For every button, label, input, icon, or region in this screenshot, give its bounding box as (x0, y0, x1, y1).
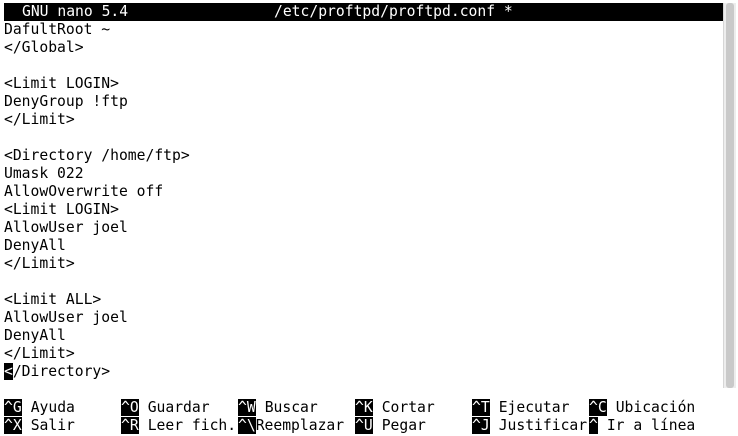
shortcut-label: Ubicación (615, 399, 696, 416)
shortcut-label: Justificar (498, 417, 588, 434)
editor-line[interactable]: </Limit> (4, 111, 75, 129)
shortcut-label: Ayuda (30, 399, 75, 416)
shortcut-key: ^K (355, 399, 373, 416)
editor-line[interactable]: </Limit> (4, 255, 75, 273)
shortcut-exit[interactable]: ^X Salir (4, 417, 75, 435)
shortcut-cut[interactable]: ^K Cortar (355, 399, 435, 417)
shortcut-label: Ejecutar (498, 399, 570, 416)
shortcut-row: ^X Salir ^R Leer fich. ^\Reemplazar ^U Pega… (4, 417, 723, 435)
editor-line[interactable]: AllowOverwrite off (4, 183, 163, 201)
terminal-window[interactable]: GNU nano 5.4 /etc/proftpd/proftpd.conf *… (0, 0, 738, 436)
shortcut-justify[interactable]: ^J Justificar (472, 417, 587, 435)
shortcut-save[interactable]: ^O Guardar (121, 399, 210, 417)
editor-line[interactable]: DafultRoot ~ (4, 21, 110, 39)
editor-line-rest: /Directory> (12, 363, 111, 380)
editor-line[interactable]: DenyGroup !ftp (4, 93, 128, 111)
shortcut-key: ^T (472, 399, 490, 416)
shortcut-go-to-line[interactable]: ^ Ir a línea (589, 417, 695, 435)
shortcut-label: Pegar (381, 417, 426, 434)
nano-title-bar: GNU nano 5.4 /etc/proftpd/proftpd.conf * (4, 3, 723, 21)
shortcut-label: Cortar (381, 399, 435, 416)
shortcut-help-bar: ^G Ayuda ^O Guardar ^W Buscar ^K Cortar ^T Ej… (4, 399, 723, 435)
shortcut-key: ^C (589, 399, 607, 416)
editor-line[interactable]: AllowUser joel (4, 219, 128, 237)
shortcut-paste[interactable]: ^U Pegar (355, 417, 426, 435)
app-version-label: GNU nano 5.4 (22, 3, 129, 20)
shortcut-key: ^O (121, 399, 139, 416)
shortcut-row: ^G Ayuda ^O Guardar ^W Buscar ^K Cortar ^T Ej… (4, 399, 723, 417)
shortcut-key: ^J (472, 417, 490, 434)
editor-line[interactable]: </Global> (4, 39, 84, 57)
editor-line[interactable]: <Limit LOGIN> (4, 201, 119, 219)
shortcut-key: ^X (4, 417, 22, 434)
scrollbar-thumb[interactable] (726, 3, 734, 388)
shortcut-search[interactable]: ^W Buscar (238, 399, 318, 417)
shortcut-label: Reemplazar (255, 417, 345, 434)
editor-line[interactable]: <Limit LOGIN> (4, 75, 119, 93)
shortcut-location[interactable]: ^C Ubicación (589, 399, 695, 417)
shortcut-label: Leer fich. (147, 417, 237, 434)
editor-line[interactable]: <Directory /home/ftp> (4, 147, 190, 165)
editor-line-cursor[interactable]: </Directory> (4, 363, 110, 381)
vertical-scrollbar[interactable] (723, 3, 736, 388)
shortcut-key: ^R (121, 417, 139, 434)
shortcut-key: ^ (589, 417, 598, 434)
shortcut-key: ^W (238, 399, 256, 416)
shortcut-read-file[interactable]: ^R Leer fich. (121, 417, 236, 435)
shortcut-replace[interactable]: ^\Reemplazar (238, 417, 344, 435)
shortcut-help[interactable]: ^G Ayuda (4, 399, 75, 417)
shortcut-label: Guardar (147, 399, 210, 416)
shortcut-execute[interactable]: ^T Ejecutar (472, 399, 569, 417)
file-path-title: /etc/proftpd/proftpd.conf * (274, 3, 513, 20)
shortcut-label: Buscar (264, 399, 318, 416)
editor-line[interactable]: </Limit> (4, 345, 75, 363)
text-cursor: < (4, 363, 13, 380)
shortcut-label: Ir a línea (606, 417, 696, 434)
editor-line[interactable]: Umask 022 (4, 165, 84, 183)
editor-line[interactable]: <Limit ALL> (4, 291, 101, 309)
shortcut-key: ^U (355, 417, 373, 434)
shortcut-key: ^\ (238, 417, 256, 434)
shortcut-key: ^G (4, 399, 22, 416)
shortcut-label: Salir (30, 417, 75, 434)
editor-line[interactable]: DenyAll (4, 237, 66, 255)
editor-line[interactable]: AllowUser joel (4, 309, 128, 327)
editor-line[interactable]: DenyAll (4, 327, 66, 345)
